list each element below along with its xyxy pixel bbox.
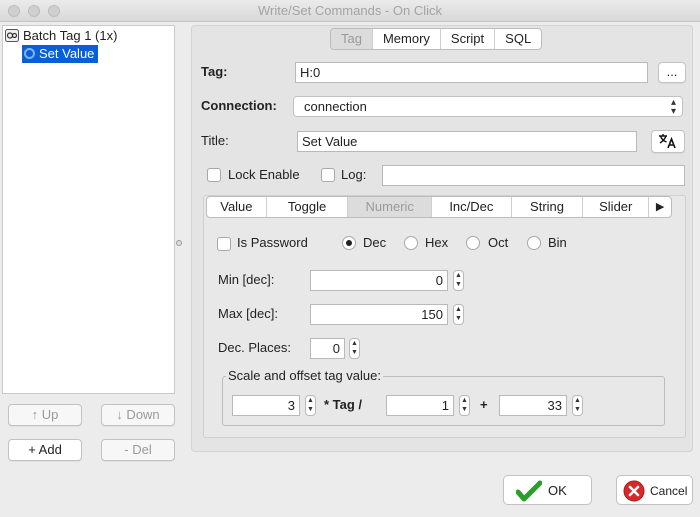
connection-selected-value: connection: [304, 99, 367, 114]
lock-enable-label: Lock Enable: [228, 167, 300, 182]
tab-scroll-right-icon[interactable]: ▶: [649, 197, 671, 217]
plus-operator-label: +: [480, 397, 488, 412]
splitter-handle[interactable]: [176, 240, 182, 246]
offset-input[interactable]: 33: [499, 395, 567, 416]
radio-hex-label: Hex: [425, 235, 449, 250]
ok-label: OK: [548, 483, 567, 498]
dec-places-stepper[interactable]: ▲ ▼: [349, 338, 360, 359]
cancel-button[interactable]: Cancel: [616, 475, 693, 505]
add-button[interactable]: + Add: [8, 439, 82, 461]
tree-item-batch-tag[interactable]: Batch Tag 1 (1x): [23, 27, 117, 45]
radio-oct[interactable]: [466, 236, 480, 250]
checkmark-icon: [516, 480, 542, 502]
command-tree[interactable]: [2, 25, 175, 394]
min-label: Min [dec]:: [218, 272, 275, 287]
offset-stepper[interactable]: ▲ ▼: [572, 395, 583, 416]
tab-toggle[interactable]: Toggle: [267, 197, 349, 217]
min-input[interactable]: 0: [310, 270, 448, 291]
browse-tag-button[interactable]: ...: [658, 62, 686, 83]
set-value-icon: [24, 48, 35, 59]
title-label: Title:: [201, 133, 229, 148]
tree-item-set-value-label: Set Value: [39, 46, 95, 61]
radio-bin-label: Bin: [548, 235, 567, 250]
divisor-input[interactable]: 1: [386, 395, 454, 416]
radio-oct-label: Oct: [488, 235, 509, 250]
translate-icon: [659, 134, 676, 149]
radio-bin[interactable]: [527, 236, 541, 250]
radio-dec[interactable]: [342, 236, 356, 250]
ok-button[interactable]: OK: [503, 475, 592, 505]
is-password-label: Is Password: [237, 235, 308, 250]
window-title: Write/Set Commands - On Click: [258, 3, 442, 18]
max-label: Max [dec]:: [218, 306, 278, 321]
move-up-button[interactable]: ↑ Up: [8, 404, 82, 426]
tag-input[interactable]: H:0: [295, 62, 648, 83]
title-input[interactable]: Set Value: [297, 131, 637, 152]
min-stepper[interactable]: ▲ ▼: [453, 270, 464, 291]
lock-enable-checkbox[interactable]: [207, 168, 221, 182]
tab-tag[interactable]: Tag: [331, 29, 373, 49]
delete-button[interactable]: - Del: [101, 439, 175, 461]
translate-button[interactable]: [651, 130, 685, 153]
radio-dec-label: Dec: [363, 235, 387, 250]
tab-sql[interactable]: SQL: [495, 29, 541, 49]
divisor-stepper[interactable]: ▲ ▼: [459, 395, 470, 416]
scale-input[interactable]: 3: [232, 395, 300, 416]
sub-tab-bar: Value Toggle Numeric Inc/Dec String Slid…: [206, 196, 672, 218]
radio-hex[interactable]: [404, 236, 418, 250]
dec-places-input[interactable]: 0: [310, 338, 345, 359]
move-down-button[interactable]: ↓ Down: [101, 404, 175, 426]
dec-places-label: Dec. Places:: [218, 340, 291, 355]
is-password-checkbox[interactable]: [217, 237, 231, 251]
tab-string[interactable]: String: [512, 197, 584, 217]
tab-slider[interactable]: Slider: [583, 197, 650, 217]
scale-offset-title: Scale and offset tag value:: [226, 368, 383, 384]
tag-operator-label: * Tag /: [324, 397, 363, 412]
batch-tag-icon: [5, 29, 19, 42]
tab-script[interactable]: Script: [441, 29, 496, 49]
connection-select[interactable]: connection ▴ ▾: [293, 96, 683, 117]
scale-stepper[interactable]: ▲ ▼: [305, 395, 316, 416]
tree-item-set-value[interactable]: Set Value: [22, 45, 99, 63]
top-tab-bar: Tag Memory Script SQL: [330, 28, 543, 50]
cancel-label: Cancel: [650, 484, 688, 498]
select-chevron-icon: ▴ ▾: [670, 97, 676, 117]
connection-label: Connection:: [201, 98, 277, 113]
tab-memory[interactable]: Memory: [373, 29, 441, 49]
tab-numeric[interactable]: Numeric: [348, 197, 433, 217]
max-input[interactable]: 150: [310, 304, 448, 325]
log-label: Log:: [341, 167, 367, 182]
cancel-icon: [623, 480, 645, 502]
max-stepper[interactable]: ▲ ▼: [453, 304, 464, 325]
tab-inc-dec[interactable]: Inc/Dec: [432, 197, 512, 217]
log-checkbox[interactable]: [321, 168, 335, 182]
log-input[interactable]: [382, 165, 685, 186]
tab-value[interactable]: Value: [207, 197, 267, 217]
tag-label: Tag:: [201, 64, 228, 79]
